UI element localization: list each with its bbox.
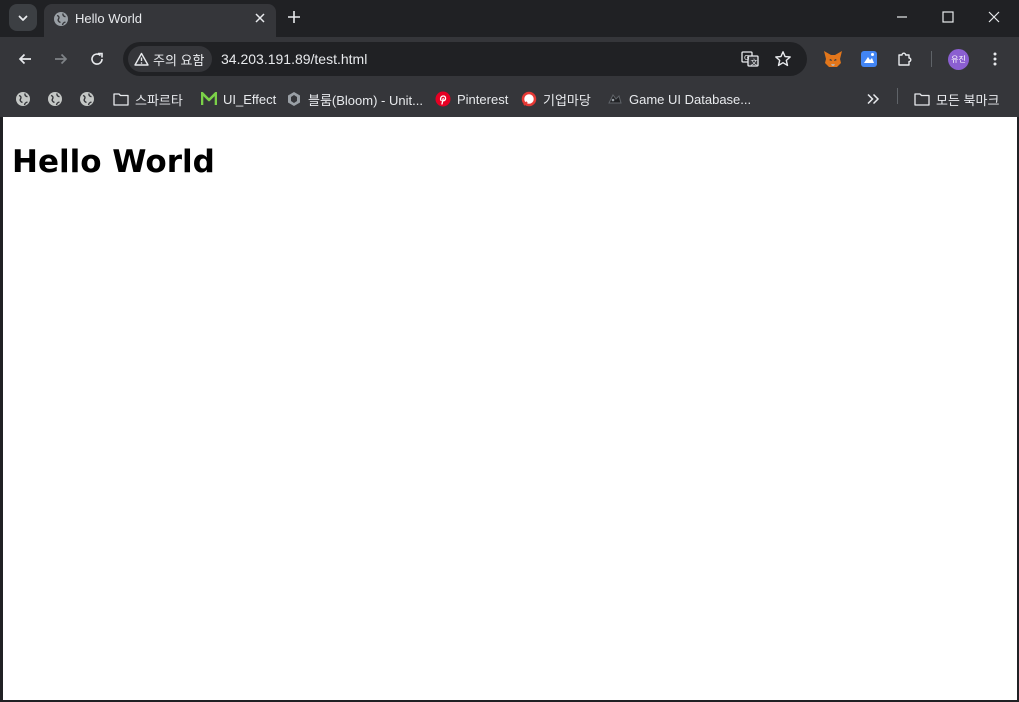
folder-icon xyxy=(113,91,129,107)
more-vert-icon xyxy=(993,52,997,66)
new-tab-button[interactable] xyxy=(284,7,304,27)
fox-icon xyxy=(824,51,842,67)
bookmark-ui-effect[interactable]: UI_Effect xyxy=(201,89,276,109)
double-chevron-right-icon xyxy=(865,91,881,107)
extension-app-icon xyxy=(861,51,877,67)
translate-icon: G文 xyxy=(741,51,759,67)
bookmark-label: UI_Effect xyxy=(223,91,277,107)
maximize-button[interactable] xyxy=(925,0,971,34)
bookmark-bloom-unity[interactable]: 블룸(Bloom) - Unit... xyxy=(286,89,423,109)
bookmark-3[interactable] xyxy=(79,89,95,109)
bookmark-label: Pinterest xyxy=(457,91,509,107)
extensions-button[interactable] xyxy=(893,47,917,71)
bookmark-label: 스파르타 xyxy=(135,92,183,108)
tab-strip: Hello World xyxy=(0,0,1019,37)
bizinfo-icon xyxy=(521,91,537,107)
all-bookmarks-folder[interactable]: 모든 북마크 xyxy=(914,89,999,109)
maximize-icon xyxy=(942,11,954,23)
arrow-left-icon xyxy=(18,53,31,65)
svg-text:文: 文 xyxy=(751,58,758,67)
toolbar-separator xyxy=(931,51,932,67)
tab-close-button[interactable] xyxy=(252,10,268,26)
puzzle-icon xyxy=(898,52,912,66)
pinterest-icon xyxy=(435,91,451,107)
window-close-button[interactable] xyxy=(971,0,1017,34)
bookmark-label: Game UI Database... xyxy=(629,91,752,107)
toolbar: 주의 요함 34.203.191.89/test.html G文 유진 xyxy=(0,37,1019,81)
url-text[interactable]: 34.203.191.89/test.html xyxy=(221,51,367,67)
bookmark-bizinfo[interactable]: 기업마당 xyxy=(521,89,591,109)
minimize-button[interactable] xyxy=(879,0,925,34)
globe-icon xyxy=(53,11,69,32)
svg-text:G: G xyxy=(744,54,749,62)
bookmark-pinterest[interactable]: Pinterest xyxy=(435,89,508,109)
page-heading: Hello World xyxy=(12,144,215,180)
security-chip-label: 주의 요함 xyxy=(153,52,205,68)
gameui-icon xyxy=(607,91,623,107)
chevron-down-icon xyxy=(18,15,28,21)
bookmarks-bar: 스파르타 UI_Effect 블룸(Bloom) - Unit... Pinte… xyxy=(0,81,1019,117)
folder-icon xyxy=(914,91,930,107)
security-chip[interactable]: 주의 요함 xyxy=(128,46,212,72)
warning-icon xyxy=(134,52,149,66)
bookmarks-separator xyxy=(897,88,898,104)
bookmark-star-button[interactable] xyxy=(771,47,795,71)
arrow-right-icon xyxy=(55,53,68,65)
all-bookmarks-label: 모든 북마크 xyxy=(936,92,1000,108)
globe-icon xyxy=(15,91,31,107)
globe-icon xyxy=(47,91,63,107)
extension-blue[interactable] xyxy=(857,47,881,71)
tab-search-button[interactable] xyxy=(9,4,37,31)
tab-active[interactable]: Hello World xyxy=(44,4,276,37)
bookmark-folder-sparta[interactable]: 스파르타 xyxy=(113,89,183,109)
profile-avatar[interactable]: 유진 xyxy=(948,49,969,70)
address-bar[interactable]: 주의 요함 34.203.191.89/test.html G文 xyxy=(123,42,807,76)
menu-button[interactable] xyxy=(983,47,1007,71)
translate-button[interactable]: G文 xyxy=(738,47,762,71)
plus-icon xyxy=(288,11,300,23)
browser-window: Hello World 주의 요함 34.203.191.89/test.htm… xyxy=(0,0,1019,702)
globe-icon xyxy=(79,91,95,107)
bookmark-label: 기업마당 xyxy=(543,92,591,108)
close-icon xyxy=(988,11,1000,23)
star-icon xyxy=(775,51,791,67)
bookmark-1[interactable] xyxy=(15,89,31,109)
m-logo-icon xyxy=(201,91,217,107)
forward-button[interactable] xyxy=(49,47,73,71)
unity-icon xyxy=(286,91,302,107)
reload-button[interactable] xyxy=(85,47,109,71)
page-viewport: Hello World xyxy=(3,117,1017,700)
bookmark-label: 블룸(Bloom) - Unit... xyxy=(308,92,423,108)
bookmark-2[interactable] xyxy=(47,89,63,109)
close-icon xyxy=(255,13,265,23)
tab-title: Hello World xyxy=(75,11,142,26)
reload-icon xyxy=(91,52,103,65)
metamask-extension[interactable] xyxy=(821,47,845,71)
bookmarks-overflow-button[interactable] xyxy=(865,89,881,109)
minimize-icon xyxy=(897,16,907,18)
back-button[interactable] xyxy=(13,47,37,71)
bookmark-game-ui-database[interactable]: Game UI Database... xyxy=(607,89,751,109)
